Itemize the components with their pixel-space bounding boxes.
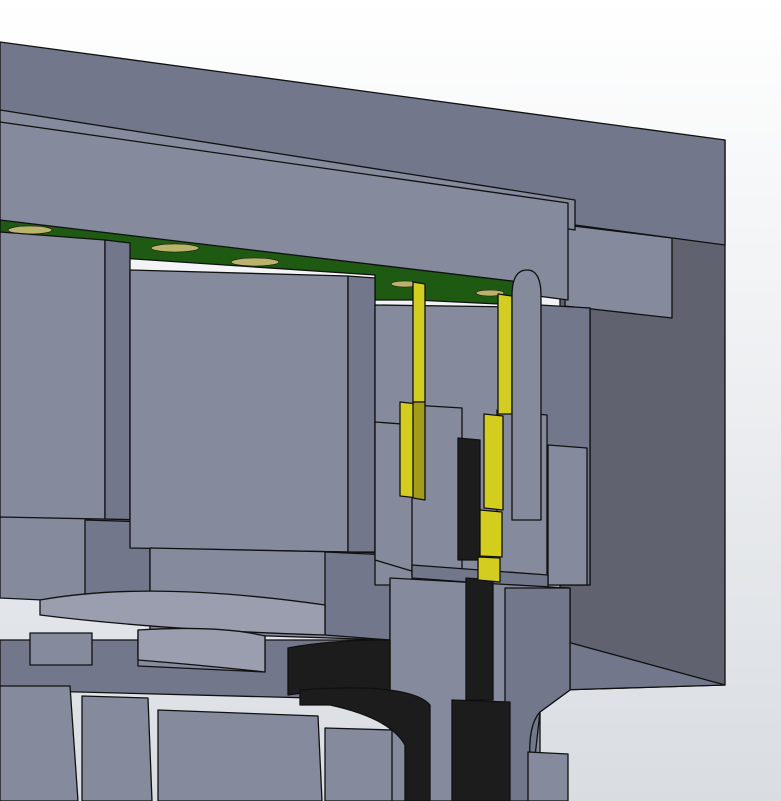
pcb-pad <box>150 243 200 253</box>
latch-post <box>511 269 542 521</box>
cad-model-viewport[interactable] <box>0 0 781 801</box>
cad-render <box>0 0 781 801</box>
left-column-block <box>0 231 151 606</box>
pcb-pad <box>230 257 280 267</box>
